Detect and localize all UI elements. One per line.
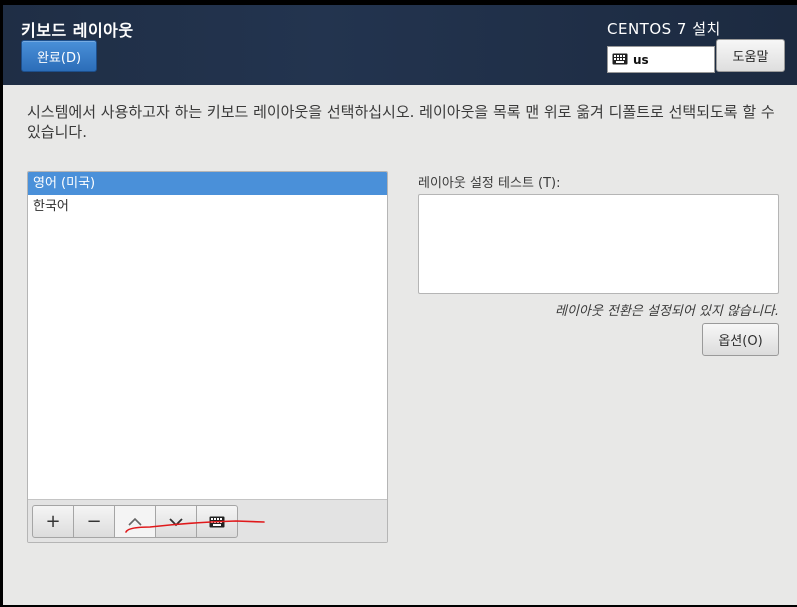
list-item-korean[interactable]: 한국어 bbox=[28, 195, 387, 218]
keyboard-layout-list[interactable]: 영어 (미국) 한국어 + − bbox=[27, 171, 388, 543]
move-up-button[interactable] bbox=[114, 505, 156, 538]
add-icon: + bbox=[45, 511, 61, 532]
list-toolbar: + − bbox=[28, 499, 387, 542]
done-button[interactable]: 완료(D) bbox=[21, 40, 97, 72]
keyboard-icon bbox=[209, 516, 225, 527]
install-title: CENTOS 7 설치 bbox=[607, 20, 721, 38]
move-down-button[interactable] bbox=[155, 505, 197, 538]
list-item-english-us[interactable]: 영어 (미국) bbox=[28, 172, 387, 195]
remove-layout-button[interactable]: − bbox=[73, 505, 115, 538]
help-button[interactable]: 도움말 bbox=[716, 39, 785, 72]
installer-window: 키보드 레이아웃 완료(D) CENTOS 7 설치 us 도움말 시스템에서 … bbox=[3, 5, 797, 605]
chevron-up-icon bbox=[128, 517, 142, 526]
options-button[interactable]: 옵션(O) bbox=[702, 323, 779, 356]
chevron-down-icon bbox=[169, 517, 183, 526]
remove-icon: − bbox=[86, 511, 102, 532]
keyboard-layout-indicator[interactable]: us bbox=[607, 46, 715, 73]
keyboard-icon bbox=[612, 50, 628, 69]
description-text: 시스템에서 사용하고자 하는 키보드 레이아웃을 선택하십시오. 레이아웃을 목… bbox=[27, 103, 775, 141]
layout-switch-note: 레이아웃 전환은 설정되어 있지 않습니다. bbox=[555, 304, 779, 319]
keyboard-layout-code: us bbox=[633, 52, 649, 67]
header-bar: 키보드 레이아웃 완료(D) CENTOS 7 설치 us 도움말 bbox=[3, 5, 797, 85]
add-layout-button[interactable]: + bbox=[32, 505, 74, 538]
layout-test-label: 레이아웃 설정 테스트 (T): bbox=[418, 176, 561, 191]
page-title: 키보드 레이아웃 bbox=[21, 21, 134, 40]
preview-layout-button[interactable] bbox=[196, 505, 238, 538]
layout-test-input[interactable] bbox=[418, 194, 779, 294]
